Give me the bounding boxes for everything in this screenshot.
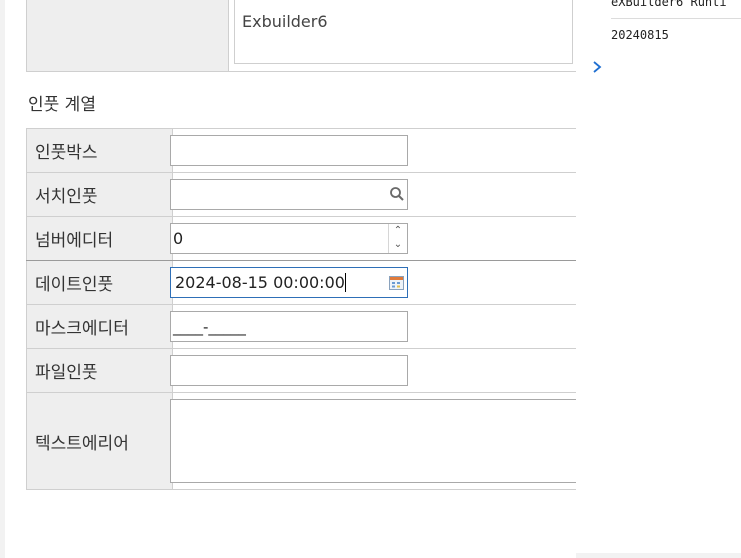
textarea-field[interactable] [170,399,576,483]
row-textarea: 텍스트에리어 [26,393,576,490]
console-title: eXBuilder6 Runti [611,0,727,9]
chevron-right-icon[interactable] [592,60,602,74]
runtime-console-panel: eXBuilder6 Runti 20240815 [576,0,741,553]
label-maskeditor: 마스크에디터 [26,305,173,348]
row-dateinput: 데이트인풋 2024-08-15 00:00:00 [26,260,576,305]
console-divider [611,18,741,19]
text-caret [344,273,346,292]
label-dateinput: 데이트인풋 [26,261,173,304]
calendar-icon[interactable] [389,276,404,290]
search-input[interactable] [170,179,408,210]
inputbox-field[interactable] [170,135,408,166]
search-icon[interactable] [389,186,405,202]
section-title: 인풋 계열 [28,95,96,115]
row-maskeditor: 마스크에디터 ____-_____ [26,305,576,349]
row-fileinput: 파일인풋 [26,349,576,393]
spinner: ⌃ ⌄ [388,224,407,253]
label-fileinput: 파일인풋 [26,349,173,392]
top-textarea[interactable]: Exbuilder6 [234,0,573,64]
number-editor[interactable]: 0 ⌃ ⌄ [170,223,408,254]
label-inputbox: 인풋박스 [26,129,173,172]
chevron-up-icon[interactable]: ⌃ [389,224,407,238]
top-label-cell [26,0,229,71]
row-numbereditor: 넘버에디터 0 ⌃ ⌄ [26,217,576,261]
file-input[interactable] [170,355,408,386]
label-textarea: 텍스트에리어 [26,393,173,489]
date-input[interactable]: 2024-08-15 00:00:00 [170,267,408,298]
input-form-grid: 인풋박스 서치인풋 넘버에디터 0 ⌃ ⌄ 데이트인풋 2024-08-15 0… [26,128,576,490]
label-searchinput: 서치인풋 [26,173,173,216]
row-searchinput: 서치인풋 [26,173,576,217]
top-row: Exbuilder6 [26,0,576,72]
mask-editor[interactable]: ____-_____ [170,311,408,342]
row-inputbox: 인풋박스 [26,129,576,173]
form-panel: Exbuilder6 인풋 계열 인풋박스 서치인풋 넘버에디터 0 ⌃ ⌄ 데… [5,0,576,558]
chevron-down-icon[interactable]: ⌄ [389,238,407,252]
console-output: 20240815 [611,28,669,42]
label-numbereditor: 넘버에디터 [26,217,173,260]
